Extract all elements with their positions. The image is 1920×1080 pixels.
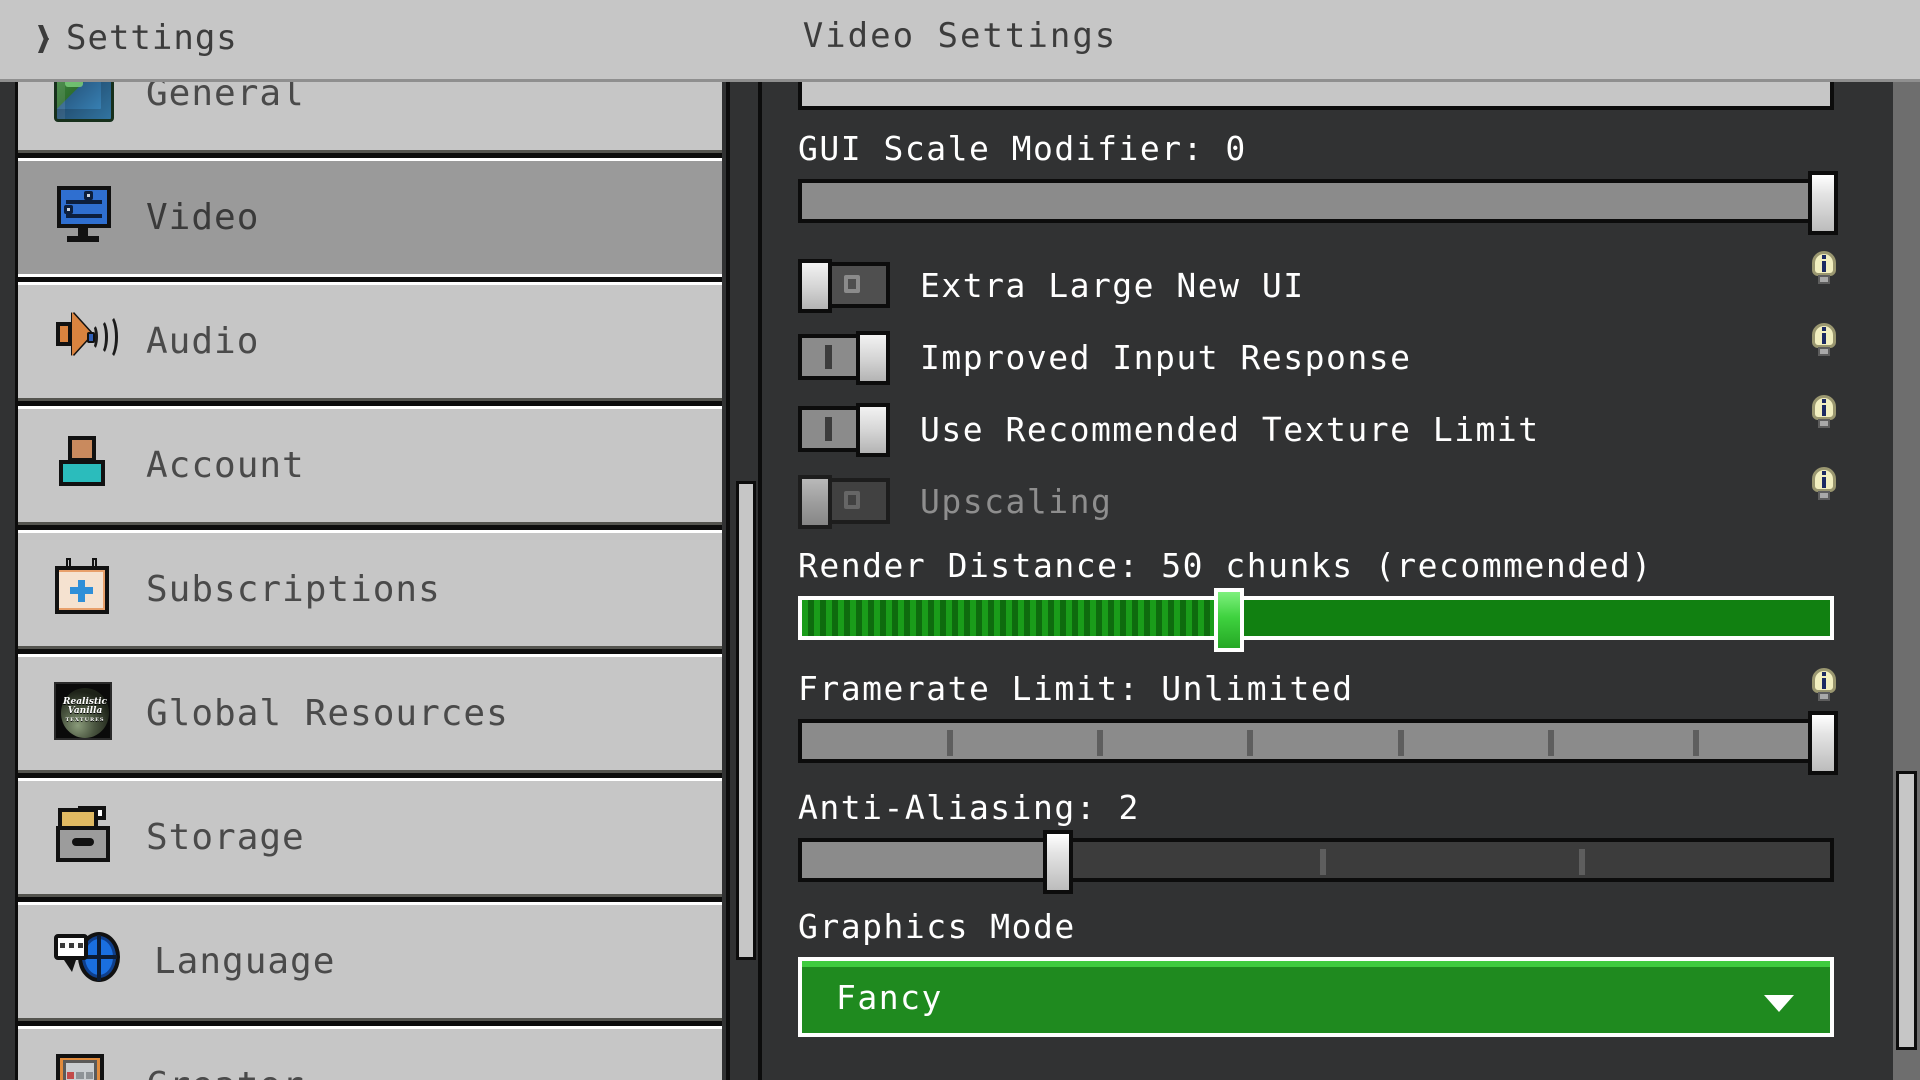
graphics-mode-value: Fancy [836, 977, 943, 1017]
sidebar-item-subscriptions[interactable]: Subscriptions [15, 527, 722, 652]
use-recommended-texture-limit-label: Use Recommended Texture Limit [920, 409, 1540, 449]
sidebar-item-audio[interactable]: Audio [15, 279, 722, 404]
slider-tick [947, 730, 954, 756]
info-lightbulb-icon[interactable] [1812, 251, 1836, 285]
sidebar-item-video[interactable]: Video [15, 155, 722, 280]
toggle-row-use-recommended-texture-limit: Use Recommended Texture Limit [798, 393, 1858, 465]
sidebar-item-global-resources[interactable]: Realistic Vanilla TEXTURES Global Resour… [15, 651, 722, 776]
content-scrollbar[interactable] [1893, 82, 1920, 1080]
pack-thumb-line2: Vanilla [67, 705, 103, 716]
slider-tick [1547, 730, 1554, 756]
slider-tick [1247, 730, 1254, 756]
speaker-icon [54, 310, 118, 374]
improved-input-response-label: Improved Input Response [920, 337, 1412, 377]
render-distance-label: Render Distance: 50 chunks (recommended) [798, 546, 1653, 585]
gui-scale-slider[interactable] [798, 171, 1838, 235]
settings-options-list: GUI Scale Modifier: 0 Extra Large New UI [798, 82, 1858, 1037]
slider-tick [1692, 730, 1699, 756]
sidebar-item-creator[interactable]: Creator [15, 1023, 722, 1080]
sidebar-item-label: Storage [146, 816, 305, 858]
render-distance-slider-handle[interactable] [1214, 588, 1245, 652]
sidebar-item-label: Video [146, 196, 260, 238]
sidebar-item-label: General [146, 82, 305, 114]
slider-tick [1097, 730, 1104, 756]
creator-device-icon [54, 1053, 118, 1080]
header-bar: Settings Video Settings [0, 0, 1920, 82]
toggle-row-upscaling: Upscaling [798, 465, 1858, 537]
info-lightbulb-icon[interactable] [1812, 668, 1836, 702]
content-scrollbar-thumb[interactable] [1896, 770, 1917, 1051]
toggle-row-improved-input-response: Improved Input Response [798, 321, 1858, 393]
improved-input-response-toggle[interactable] [798, 331, 890, 385]
calendar-plus-icon [54, 557, 118, 622]
page-title: Video Settings [802, 16, 1118, 56]
slider-tick [1397, 730, 1404, 756]
framerate-limit-slider-handle[interactable] [1808, 711, 1838, 775]
sidebar-scrollbar[interactable] [726, 82, 762, 1080]
info-lightbulb-icon[interactable] [1812, 395, 1836, 429]
partial-slider-above[interactable] [798, 82, 1834, 110]
upscaling-label: Upscaling [920, 481, 1113, 521]
sidebar-left-rail [0, 82, 18, 1080]
video-settings-panel: GUI Scale Modifier: 0 Extra Large New UI [770, 82, 1920, 1080]
slider-tick [1579, 849, 1585, 875]
gui-scale-slider-handle[interactable] [1808, 171, 1838, 235]
minecraft-settings-screen: Settings Video Settings General Video Au… [0, 0, 1920, 1080]
toggle-row-extra-large-new-ui: Extra Large New UI [798, 249, 1858, 321]
framerate-limit-slider[interactable] [798, 711, 1838, 775]
pack-thumb-line3: TEXTURES [65, 716, 105, 723]
sidebar-item-label: Account [146, 444, 305, 486]
use-recommended-texture-limit-toggle[interactable] [798, 403, 890, 457]
sidebar-item-label: Creator [146, 1067, 305, 1080]
speech-globe-icon [54, 930, 126, 994]
anti-aliasing-slider-handle[interactable] [1043, 830, 1074, 894]
globe-cube-icon [54, 82, 118, 126]
extra-large-new-ui-toggle[interactable] [798, 259, 890, 313]
settings-sidebar: General Video Audio Account Subscription… [0, 82, 722, 1080]
anti-aliasing-slider[interactable] [798, 830, 1834, 894]
upscaling-toggle[interactable] [798, 475, 890, 529]
slider-tick [1320, 849, 1326, 875]
sidebar-item-label: Global Resources [146, 692, 509, 734]
info-lightbulb-icon[interactable] [1812, 467, 1836, 501]
chevron-down-icon [1764, 995, 1794, 1012]
monitor-sliders-icon [54, 185, 118, 250]
graphics-mode-dropdown[interactable]: Fancy [798, 957, 1834, 1037]
info-lightbulb-icon[interactable] [1812, 323, 1836, 357]
sidebar-item-label: Subscriptions [146, 568, 441, 610]
sidebar-item-label: Audio [146, 320, 260, 362]
graphics-mode-label: Graphics Mode [798, 907, 1076, 946]
resource-pack-icon: Realistic Vanilla TEXTURES [54, 681, 118, 746]
sidebar-item-language[interactable]: Language [15, 899, 722, 1024]
gui-scale-label: GUI Scale Modifier: 0 [798, 129, 1247, 168]
anti-aliasing-label: Anti-Aliasing: 2 [798, 788, 1140, 827]
render-distance-slider[interactable] [798, 588, 1834, 652]
person-icon [54, 434, 118, 498]
sidebar-item-general[interactable]: General [15, 82, 722, 156]
file-drawer-icon [54, 805, 118, 870]
sidebar-item-account[interactable]: Account [15, 403, 722, 528]
sidebar-item-list: General Video Audio Account Subscription… [15, 82, 722, 1080]
sidebar-item-storage[interactable]: Storage [15, 775, 722, 900]
framerate-limit-label: Framerate Limit: Unlimited [798, 669, 1354, 708]
sidebar-item-label: Language [154, 940, 336, 982]
extra-large-new-ui-label: Extra Large New UI [920, 265, 1305, 305]
sidebar-scrollbar-thumb[interactable] [736, 481, 756, 961]
